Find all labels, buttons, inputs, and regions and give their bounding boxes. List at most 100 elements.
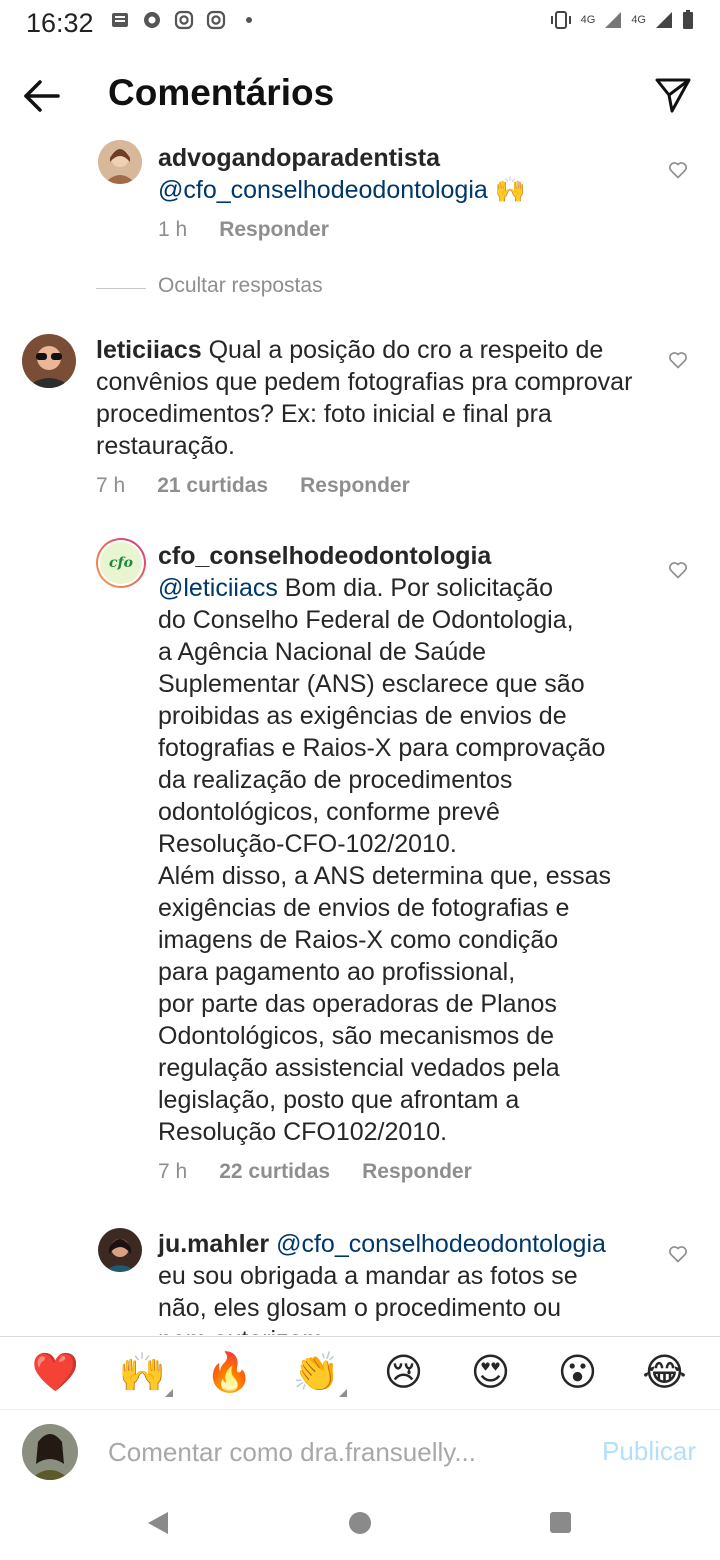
comment-mention[interactable]: @leticiiacs (158, 574, 278, 602)
reply-button[interactable]: Responder (219, 218, 329, 242)
comment-input[interactable] (108, 1434, 578, 1470)
comment-meta: 7 h 22 curtidas Responder (158, 1160, 472, 1184)
system-icons: 4G 4G (549, 10, 694, 30)
hide-replies-divider (96, 288, 146, 289)
reply-button[interactable]: Responder (300, 474, 410, 498)
nav-recents-icon[interactable] (550, 1512, 571, 1533)
avatar[interactable]: cfo (96, 538, 146, 588)
comment-line: para pagamento ao profissional, (158, 958, 516, 986)
skin-tone-indicator (338, 1389, 347, 1397)
notification-icons (110, 10, 252, 30)
comment-line: Suplementar (ANS) esclarece que são (158, 670, 585, 698)
system-nav-bar (0, 1492, 720, 1560)
comment-line: eu sou obrigada a mandar as fotos se (158, 1262, 578, 1290)
emoji-glyph: 🙌 (118, 1352, 167, 1394)
comment-line: odontológicos, conforme prevê (158, 798, 500, 826)
like-heart-icon[interactable] (668, 350, 688, 370)
battery-icon (683, 10, 693, 29)
comments-list: advogandoparadentista @cfo_conselhodeodo… (0, 130, 720, 1335)
comment-line: proibidas as exigências de envios de (158, 702, 567, 730)
user-avatar-icon (98, 140, 142, 184)
vibrate-icon (550, 11, 571, 29)
news-icon (112, 13, 128, 27)
status-bar: 16:32 4G 4G (0, 0, 720, 48)
comment-line: Além disso, a ANS determina que, essas (158, 862, 612, 890)
comment-line: Resolução-CFO-102/2010. (158, 830, 457, 858)
likes-count[interactable]: 22 curtidas (219, 1160, 330, 1184)
comment-item: leticiiacs Qual a posição do cro a respe… (0, 330, 720, 510)
comment-text: ju.mahler @cfo_conselhodeodontologia eu … (158, 1228, 658, 1335)
publish-button[interactable]: Publicar (602, 1436, 696, 1467)
emoji-heart-button[interactable]: ❤️ (32, 1349, 80, 1397)
comment-mention[interactable]: @cfo_conselhodeodontologia (158, 176, 488, 204)
comment-time: 7 h (96, 474, 126, 497)
nav-back-icon[interactable] (146, 1510, 170, 1536)
comment-reply: ju.mahler @cfo_conselhodeodontologia eu … (0, 1224, 720, 1335)
hide-replies-row[interactable]: Ocultar respostas (96, 270, 696, 310)
comment-line: exigências de envios de fotografias e (158, 894, 570, 922)
chrome-icon (144, 12, 160, 28)
user-avatar-icon (98, 1228, 142, 1272)
emoji-raising-hands-button[interactable]: 🙌 (118, 1349, 173, 1397)
avatar[interactable] (98, 140, 142, 184)
comment-line: regulação assistencial vedados pela (158, 1054, 560, 1082)
call-4g-icon: 4G (580, 14, 596, 26)
comment-line: nem autorizam (158, 1326, 323, 1335)
page-title: Comentários (108, 72, 335, 113)
comment-username[interactable]: ju.mahler (158, 1230, 269, 1258)
user-avatar-icon (22, 1424, 78, 1480)
header: Comentários (0, 48, 720, 142)
like-heart-icon[interactable] (668, 560, 688, 580)
emoji-clap-button[interactable]: 👏 (292, 1349, 347, 1397)
user-avatar-icon (22, 334, 76, 388)
instagram-icon (206, 10, 226, 30)
like-heart-icon[interactable] (668, 1244, 688, 1264)
comment-line: Bom dia. Por solicitação (277, 574, 553, 602)
comment-text: leticiiacs Qual a posição do cro a respe… (96, 334, 636, 462)
comment-time: 7 h (158, 1160, 188, 1183)
comment-line: imagens de Raios-X como condição (158, 926, 559, 954)
status-time: 16:32 (26, 8, 94, 38)
comment-composer: Publicar (0, 1412, 720, 1492)
hide-replies-label[interactable]: Ocultar respostas (158, 274, 323, 298)
reply-button[interactable]: Responder (362, 1160, 472, 1184)
comment-meta: 1 h Responder (158, 218, 329, 242)
comment-text: advogandoparadentista @cfo_conselhodeodo… (158, 142, 648, 206)
emoji-heart-eyes-button[interactable]: 😍 (467, 1349, 515, 1397)
network-4g-label: 4G (631, 14, 646, 26)
emoji-fire-button[interactable]: 🔥 (206, 1349, 254, 1397)
emoji-surprised-button[interactable]: 😮 (554, 1349, 602, 1397)
comment-mention[interactable]: @cfo_conselhodeodontologia (276, 1230, 606, 1258)
current-user-avatar (22, 1424, 78, 1480)
comment-line: Odontológicos, são mecanismos de (158, 1022, 555, 1050)
comment-line: por parte das operadoras de Planos (158, 990, 557, 1018)
avatar[interactable] (98, 1228, 142, 1272)
skin-tone-indicator (164, 1389, 173, 1397)
comment-reply: advogandoparadentista @cfo_conselhodeodo… (0, 130, 720, 260)
like-heart-icon[interactable] (668, 160, 688, 180)
emoji-glyph: 👏 (292, 1352, 341, 1394)
comment-line: Resolução CFO102/2010. (158, 1118, 448, 1146)
comment-meta: 7 h 21 curtidas Responder (96, 474, 410, 498)
send-direct-icon[interactable] (654, 76, 692, 114)
comment-line: não, eles glosam o procedimento ou (158, 1294, 562, 1322)
cfo-logo: cfo (100, 542, 142, 584)
avatar[interactable] (22, 334, 76, 388)
comment-username[interactable]: leticiiacs (96, 336, 202, 364)
emoji-crying-button[interactable]: 😢 (380, 1349, 428, 1397)
comment-reply: cfo cfo_conselhodeodontologia @leticiiac… (0, 536, 720, 1216)
nav-home-icon[interactable] (349, 1512, 371, 1534)
instagram-icon (174, 10, 194, 30)
comment-line: legislação, posto que afrontam a (158, 1086, 520, 1114)
comment-line: fotografias e Raios-X para comprovação (158, 734, 606, 762)
likes-count[interactable]: 21 curtidas (157, 474, 268, 498)
comment-text: cfo_conselhodeodontologia @leticiiacs Bo… (158, 540, 658, 1148)
comment-line: da realização de procedimentos (158, 766, 513, 794)
signal-icon (656, 12, 672, 28)
comment-emoji: 🙌 (494, 176, 526, 204)
back-arrow-icon[interactable] (22, 76, 62, 116)
comment-time: 1 h (158, 218, 188, 241)
comment-username[interactable]: advogandoparadentista (158, 144, 440, 172)
comment-username[interactable]: cfo_conselhodeodontologia (158, 542, 491, 570)
emoji-laughing-button[interactable]: 😂 (641, 1349, 689, 1397)
